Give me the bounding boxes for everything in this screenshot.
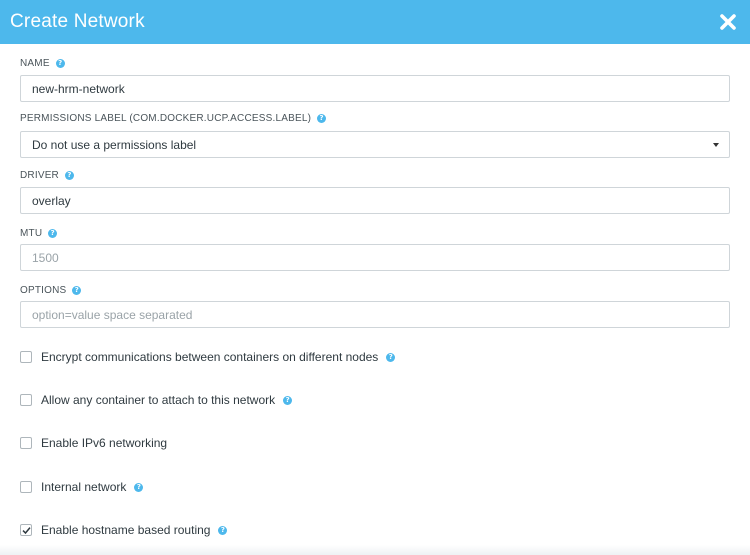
help-icon[interactable]: ? — [317, 114, 327, 123]
driver-input-value: overlay — [32, 193, 71, 208]
help-icon[interactable]: ? — [134, 482, 144, 492]
encrypt-checkbox-label: Encrypt communications between container… — [41, 350, 379, 364]
help-icon[interactable]: ? — [48, 229, 58, 238]
help-icon[interactable]: ? — [55, 59, 65, 68]
help-icon[interactable]: ? — [72, 286, 82, 295]
mtu-label-text: MTU — [20, 228, 43, 239]
scroll-fade — [0, 545, 750, 555]
encrypt-checkbox-row[interactable]: Encrypt communications between container… — [20, 350, 396, 364]
name-input-value: new-hrm-network — [32, 81, 125, 96]
close-icon[interactable] — [718, 12, 738, 32]
permissions-label-text: PERMISSIONS LABEL (COM.DOCKER.UCP.ACCESS… — [20, 113, 312, 124]
help-icon[interactable]: ? — [283, 395, 293, 405]
dialog-header: Create Network — [0, 0, 750, 44]
internal-checkbox[interactable] — [20, 481, 32, 493]
driver-input[interactable]: overlay — [20, 187, 730, 214]
permissions-select[interactable]: Do not use a permissions label — [20, 131, 730, 158]
dialog-title: Create Network — [10, 11, 145, 32]
ipv6-checkbox-label: Enable IPv6 networking — [41, 436, 168, 450]
driver-label-text: DRIVER — [20, 170, 59, 181]
options-label-text: OPTIONS — [20, 285, 67, 296]
help-icon[interactable]: ? — [386, 352, 396, 362]
hostname-routing-checkbox[interactable] — [20, 524, 32, 536]
options-input[interactable]: option=value space separated — [20, 301, 730, 328]
name-label: NAME ? — [20, 58, 65, 69]
help-icon[interactable]: ? — [64, 171, 74, 180]
dropdown-caret-icon — [713, 143, 719, 147]
checkmark-icon — [22, 527, 31, 535]
help-icon[interactable]: ? — [218, 525, 228, 535]
permissions-label: PERMISSIONS LABEL (COM.DOCKER.UCP.ACCESS… — [20, 113, 327, 124]
name-input[interactable]: new-hrm-network — [20, 75, 730, 102]
attachable-checkbox[interactable] — [20, 394, 32, 406]
internal-checkbox-label: Internal network — [41, 480, 127, 494]
hostname-routing-checkbox-row[interactable]: Enable hostname based routing ? — [20, 523, 228, 537]
ipv6-checkbox[interactable] — [20, 437, 32, 449]
options-label: OPTIONS ? — [20, 285, 82, 296]
attachable-checkbox-row[interactable]: Allow any container to attach to this ne… — [20, 393, 293, 407]
mtu-input[interactable]: 1500 — [20, 244, 730, 271]
internal-checkbox-row[interactable]: Internal network ? — [20, 480, 144, 494]
driver-label: DRIVER ? — [20, 170, 74, 181]
hostname-routing-checkbox-label: Enable hostname based routing — [41, 523, 211, 537]
mtu-input-placeholder: 1500 — [32, 250, 59, 265]
mtu-label: MTU ? — [20, 228, 58, 239]
options-input-placeholder: option=value space separated — [32, 307, 193, 322]
encrypt-checkbox[interactable] — [20, 351, 32, 363]
attachable-checkbox-label: Allow any container to attach to this ne… — [41, 393, 276, 407]
name-label-text: NAME — [20, 58, 50, 69]
permissions-select-value: Do not use a permissions label — [32, 137, 197, 152]
ipv6-checkbox-row[interactable]: Enable IPv6 networking — [20, 436, 167, 450]
